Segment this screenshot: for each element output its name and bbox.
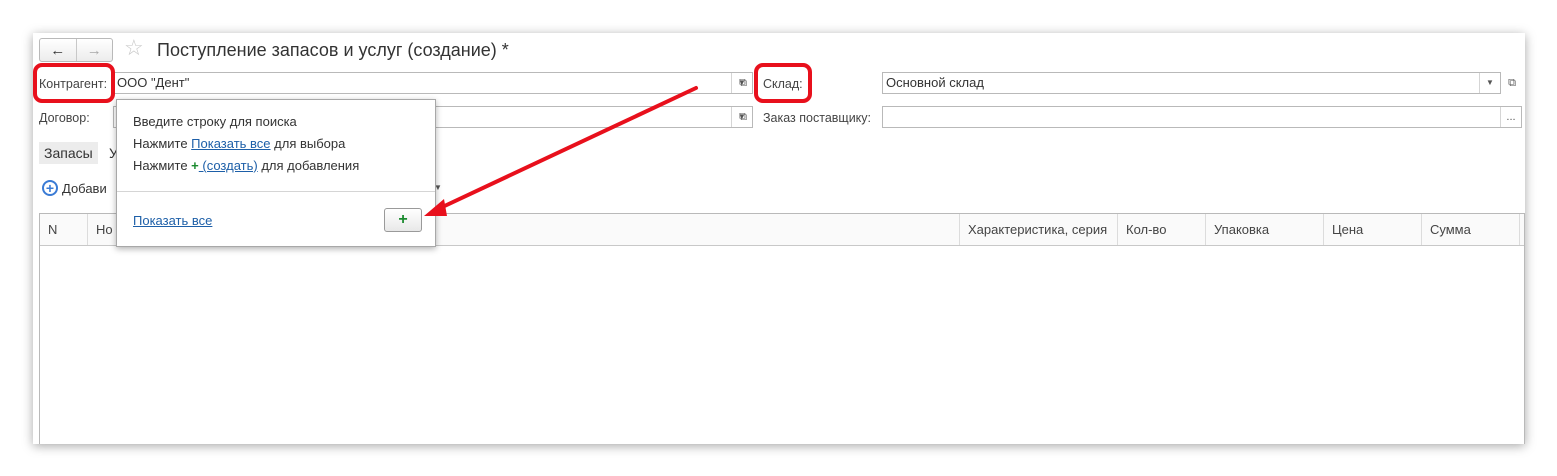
arrow-shaft [434, 86, 698, 212]
annotation-arrow [424, 86, 698, 216]
arrow-head [424, 199, 447, 216]
